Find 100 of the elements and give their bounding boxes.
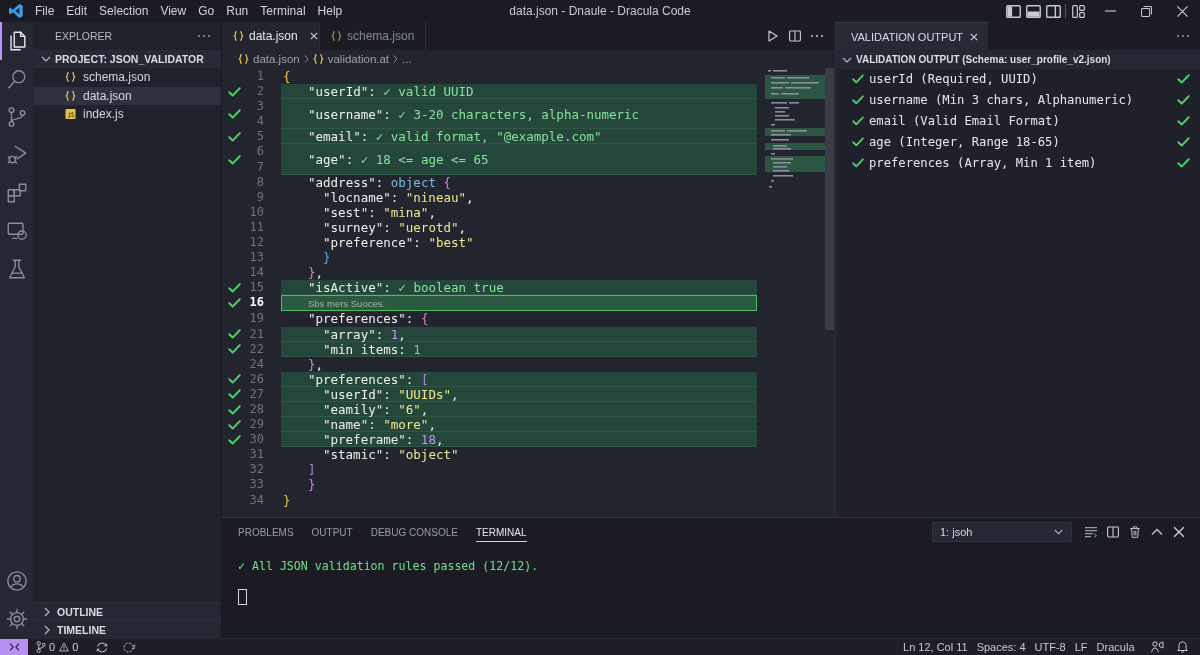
menu-item[interactable]: Edit: [60, 1, 94, 21]
code-line: "preferences": [: [308, 371, 429, 387]
close-icon[interactable]: [970, 32, 979, 41]
project-header[interactable]: PROJECT: JSON_VALIDATOR: [34, 50, 221, 68]
section-header[interactable]: VALIDATION OUTPUT (Schema: user_profile_v2.json): [836, 50, 1200, 69]
panel-tab[interactable]: OUTPUT: [311, 522, 353, 542]
status-count[interactable]: 0: [49, 641, 56, 653]
line-number: 21: [248, 326, 264, 342]
line-number: 29: [248, 417, 264, 433]
code-line: "stamic": "object": [323, 447, 459, 463]
menu-item[interactable]: File: [29, 1, 61, 21]
terminal-select[interactable]: 1: jsoh: [932, 522, 1072, 542]
check-icon: [852, 74, 864, 85]
chevron-up-icon: [1151, 526, 1163, 538]
flask-icon: [6, 258, 28, 280]
search-icon: [6, 68, 28, 90]
panel-tab[interactable]: DEBUG CONSOLE: [370, 522, 458, 542]
line-number: 8: [255, 174, 264, 190]
chevron-icon: [842, 56, 852, 63]
branch-icon: [36, 641, 46, 653]
code-line: }: [323, 250, 331, 266]
panel-tab[interactable]: TERMINAL: [475, 522, 527, 542]
close-icon: [1173, 526, 1185, 538]
line-number: 26: [248, 371, 264, 387]
breadcrumb-item[interactable]: ...: [402, 53, 412, 65]
braces-icon: [331, 31, 342, 41]
status-count[interactable]: 0: [72, 641, 79, 653]
chevron-icon: [44, 624, 50, 635]
code-line: "preferences": {: [308, 311, 429, 327]
menu-item[interactable]: Selection: [93, 1, 155, 21]
code-line: "sest": "mina",: [323, 204, 436, 220]
rule-text: age (Integer, Range 18-65): [869, 134, 1061, 149]
caret-icon: [1054, 529, 1063, 535]
blocks-icon: [6, 182, 28, 204]
right-panel-icon: [1045, 4, 1061, 18]
line-number: 7: [255, 159, 264, 175]
line-number: 30: [248, 432, 264, 448]
chevron-icon: [44, 606, 50, 617]
code-line: }: [308, 477, 316, 493]
tree-item[interactable]: schema.json: [34, 68, 221, 87]
remote-button[interactable]: [0, 639, 28, 655]
menu-item[interactable]: Help: [311, 1, 349, 21]
breadcrumb-item[interactable]: validation.at: [312, 53, 390, 65]
code-line: "preferame": 18,: [323, 432, 444, 448]
dashed-circle-icon[interactable]: [123, 641, 138, 653]
status-item[interactable]: UTF-8: [1030, 641, 1071, 653]
line-number: 14: [248, 265, 264, 281]
window-title: data.json - Dnaule - Dracula Code: [509, 4, 691, 18]
code-line: "surney": "uerotd",: [323, 220, 467, 235]
line-number: 34: [248, 492, 264, 508]
line-number: 19: [248, 311, 264, 327]
braces-icon: [238, 54, 249, 64]
code-line: },: [308, 356, 324, 372]
code-line: "age": ✓ 18 <= age <= 65: [308, 152, 489, 168]
braces-icon: [312, 54, 324, 64]
editor-tab[interactable]: schema.json: [320, 22, 427, 50]
line-number: 31: [248, 447, 264, 463]
js-file-icon: [65, 109, 76, 120]
line-number: 13: [248, 250, 264, 266]
status-item[interactable]: Spaces: 4: [972, 641, 1031, 653]
sync-icon[interactable]: [96, 641, 109, 653]
rule-text: preferences (Array, Min 1 item): [869, 155, 1098, 170]
tree-item[interactable]: data.json: [34, 86, 221, 105]
chevron-right-icon: [303, 55, 309, 63]
menu-item[interactable]: View: [154, 1, 193, 21]
section-header[interactable]: OUTLINE: [34, 602, 221, 620]
code-line: "address": object {: [308, 174, 451, 190]
rule-text: userId (Required, UUID): [869, 72, 1039, 87]
status-item[interactable]: Ln 12, Col 11: [898, 641, 973, 653]
panel-tab[interactable]: PROBLEMS: [238, 522, 294, 542]
check-icon: [852, 157, 864, 168]
tree-item[interactable]: index.js: [34, 105, 221, 124]
code-line: "min items: 1: [323, 341, 421, 357]
left-panel-icon: [1005, 4, 1021, 18]
editor-tab[interactable]: data.json: [222, 22, 320, 50]
feedback-icon[interactable]: [1151, 641, 1164, 653]
menu-item[interactable]: Go: [192, 1, 221, 21]
scrollbar[interactable]: [825, 68, 834, 330]
status-item[interactable]: Dracula: [1092, 641, 1139, 653]
breadcrumb-item[interactable]: data.json: [238, 53, 300, 65]
section-header[interactable]: TIMELINE: [34, 620, 221, 638]
play-icon: [767, 30, 779, 42]
line-number: 1: [255, 69, 264, 85]
bell-icon[interactable]: [1177, 641, 1188, 653]
close-icon: [1176, 5, 1188, 17]
menu-item[interactable]: Terminal: [254, 1, 312, 21]
close-icon[interactable]: [309, 32, 318, 40]
line-number: 12: [248, 235, 264, 251]
menu-item[interactable]: Run: [220, 1, 255, 21]
check-icon: [852, 136, 864, 147]
line-number: 28: [248, 401, 264, 418]
status-item[interactable]: LF: [1070, 641, 1093, 653]
panel-tab[interactable]: VALIDATION OUTPUT: [836, 22, 989, 50]
account-icon: [6, 570, 28, 592]
code-line: ]: [308, 462, 316, 478]
code-line: "name": "more",: [323, 417, 436, 433]
line-number: 3: [255, 99, 264, 115]
rule-text: username (Min 3 chars, Alphanumeric): [869, 93, 1135, 108]
line-number: 4: [255, 114, 264, 130]
sidebar-title: EXPLORER: [55, 30, 114, 42]
